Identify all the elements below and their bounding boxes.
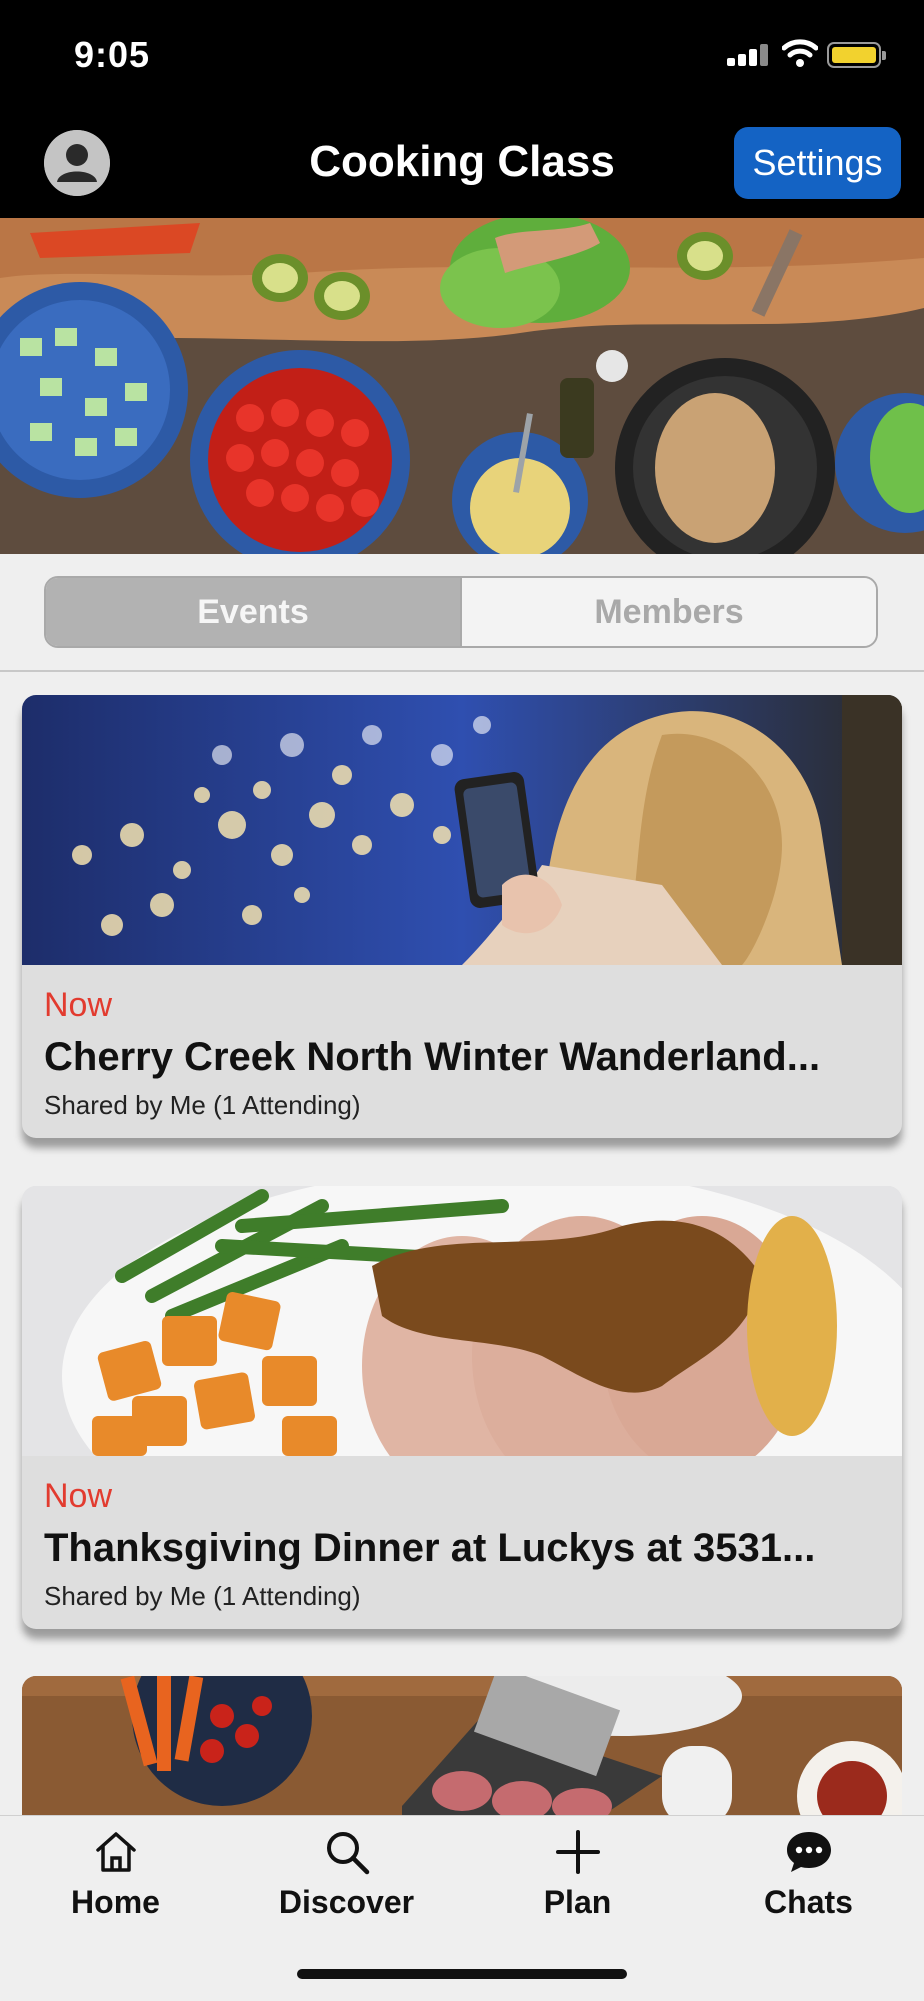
event-card[interactable]	[22, 1676, 902, 1816]
home-indicator	[297, 1969, 627, 1979]
event-image	[22, 1676, 902, 1816]
tab-discover[interactable]: Discover	[231, 1816, 462, 1926]
event-card[interactable]: Now Thanksgiving Dinner at Luckys at 353…	[22, 1186, 902, 1629]
segment-events[interactable]: Events	[46, 578, 462, 646]
event-image	[22, 1186, 902, 1456]
settings-button[interactable]: Settings	[734, 127, 901, 199]
event-meta: Shared by Me (1 Attending)	[44, 1581, 361, 1611]
tab-plan[interactable]: Plan	[462, 1816, 693, 1926]
event-title: Thanksgiving Dinner at Luckys at 3531...	[44, 1526, 816, 1570]
events-members-segmented-control: Events Members	[44, 576, 878, 648]
wifi-icon	[782, 39, 818, 67]
battery-icon	[827, 42, 886, 68]
event-image	[22, 695, 902, 965]
tab-label: Discover	[278, 1884, 415, 1920]
tab-label: Chats	[764, 1884, 853, 1920]
tab-label: Home	[71, 1884, 160, 1920]
tab-label: Plan	[543, 1884, 612, 1920]
segment-area: Events Members	[0, 554, 924, 672]
tab-chats[interactable]: Chats	[693, 1816, 924, 1926]
event-status: Now	[44, 986, 113, 1024]
event-meta: Shared by Me (1 Attending)	[44, 1090, 361, 1120]
home-icon	[96, 1832, 136, 1872]
search-icon	[327, 1832, 370, 1875]
status-time: 9:05	[74, 34, 151, 75]
segment-members[interactable]: Members	[462, 578, 876, 646]
tab-home[interactable]: Home	[0, 1816, 231, 1926]
event-title: Cherry Creek North Winter Wanderland...	[44, 1035, 821, 1079]
group-cover-image	[0, 218, 924, 554]
event-status: Now	[44, 1477, 113, 1515]
cellular-signal-icon	[727, 44, 771, 66]
event-card[interactable]: Now Cherry Creek North Winter Wanderland…	[22, 695, 902, 1138]
chat-bubble-icon	[787, 1832, 831, 1872]
top-bar: 9:05 Cooking Class Settings	[0, 0, 924, 218]
plus-icon	[556, 1830, 600, 1874]
